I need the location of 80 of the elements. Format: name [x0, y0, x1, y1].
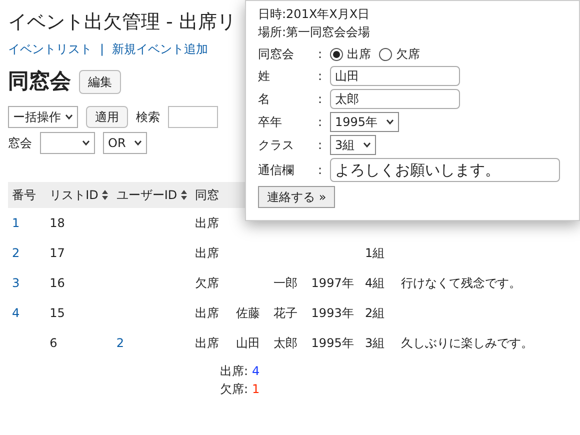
column-header[interactable]: ユーザーID	[116, 186, 178, 204]
caret-icon	[386, 119, 394, 125]
radio-option[interactable]: 出席	[330, 45, 371, 63]
table-cell: 山田	[236, 336, 260, 350]
field-colon: :	[318, 114, 324, 131]
row-link[interactable]: 4	[12, 306, 20, 320]
submit-button[interactable]: 連絡する »	[258, 186, 336, 208]
table-cell: 3組	[364, 336, 385, 350]
table-cell: 6	[50, 336, 58, 350]
summary-count: 1	[252, 380, 260, 398]
table-cell: 4組	[364, 276, 385, 290]
table-cell: 一郎	[274, 276, 298, 290]
filter-label: 窓会	[8, 134, 32, 152]
field-label: 名	[258, 91, 271, 108]
table-cell: 出席	[195, 216, 220, 230]
field-label: クラス	[258, 137, 295, 154]
field-label: 卒年	[258, 114, 283, 131]
event-date: 日時:201X年X月X日	[258, 6, 371, 23]
field-colon: :	[318, 91, 324, 108]
field-colon: :	[318, 162, 324, 179]
search-label: 検索	[136, 108, 160, 126]
edit-button[interactable]: 編集	[79, 70, 121, 94]
table-cell: 佐藤	[236, 306, 260, 320]
column-header[interactable]: 同窓	[195, 186, 220, 204]
page-title: イベント出欠管理 - 出席リ	[8, 10, 236, 35]
event-heading: 同窓会	[8, 68, 71, 95]
table-cell: 18	[50, 216, 65, 230]
nav-link[interactable]: 新規イベント追加	[112, 40, 208, 58]
table-cell: 1993年	[311, 306, 354, 320]
table-cell: 行けなくて残念です。	[401, 276, 522, 290]
caret-icon	[82, 140, 90, 146]
sort-icon[interactable]	[102, 190, 108, 200]
table-cell: 欠席	[195, 276, 220, 290]
bulk-action-select[interactable]: ー括操作	[8, 106, 78, 128]
column-header[interactable]: リストID	[50, 186, 98, 204]
table-cell: 出席	[195, 306, 220, 320]
table-cell: 15	[50, 306, 65, 320]
nav-link[interactable]: イベントリスト	[8, 40, 92, 58]
row-link[interactable]: 1	[12, 216, 20, 230]
table-cell: 花子	[274, 306, 298, 320]
table-cell: 1997年	[311, 276, 354, 290]
radio-option[interactable]: 欠席	[379, 45, 420, 63]
table-cell: 出席	[195, 246, 220, 260]
table-cell: 久しぶりに楽しみです。	[401, 336, 534, 350]
field-label: 同窓会	[258, 46, 295, 63]
message-field[interactable]: よろしくお願いします。	[330, 158, 560, 182]
text-field[interactable]: 太郎	[330, 89, 460, 109]
row-link[interactable]: 2	[116, 336, 124, 350]
table-cell: 1組	[364, 246, 385, 260]
link-separator: |	[100, 41, 104, 58]
field-label: 姓	[258, 68, 271, 85]
field-colon: :	[318, 68, 324, 85]
operator-select[interactable]: OR	[103, 132, 147, 154]
caret-icon	[65, 114, 73, 120]
select-field[interactable]: 1995年	[330, 112, 399, 132]
column-header[interactable]: 番号	[12, 186, 36, 204]
summary-count: 4	[252, 362, 260, 380]
table-cell: 17	[50, 246, 65, 260]
caret-icon	[362, 142, 371, 148]
field-colon: :	[318, 137, 324, 154]
summary-label: 欠席:	[220, 380, 248, 398]
field-colon: :	[318, 46, 324, 63]
table-cell: 太郎	[274, 336, 298, 350]
search-field[interactable]	[168, 106, 218, 128]
apply-button[interactable]: 適用	[86, 106, 128, 128]
table-cell: 1995年	[311, 336, 354, 350]
sort-icon[interactable]	[181, 190, 188, 200]
row-link[interactable]: 2	[12, 246, 20, 260]
event-place: 場所:第一同窓会会場	[258, 24, 372, 41]
text-field[interactable]: 山田	[330, 66, 460, 86]
field-label: 通信欄	[258, 162, 295, 179]
table-cell: 2組	[364, 306, 385, 320]
summary-label: 出席:	[220, 362, 248, 380]
caret-icon	[134, 140, 142, 146]
radio-button[interactable]	[330, 48, 343, 60]
row-link[interactable]: 3	[12, 276, 20, 290]
select-field[interactable]: 3組	[330, 135, 376, 155]
table-cell: 16	[50, 276, 65, 290]
table-cell: 出席	[195, 336, 220, 350]
radio-button[interactable]	[379, 48, 392, 60]
